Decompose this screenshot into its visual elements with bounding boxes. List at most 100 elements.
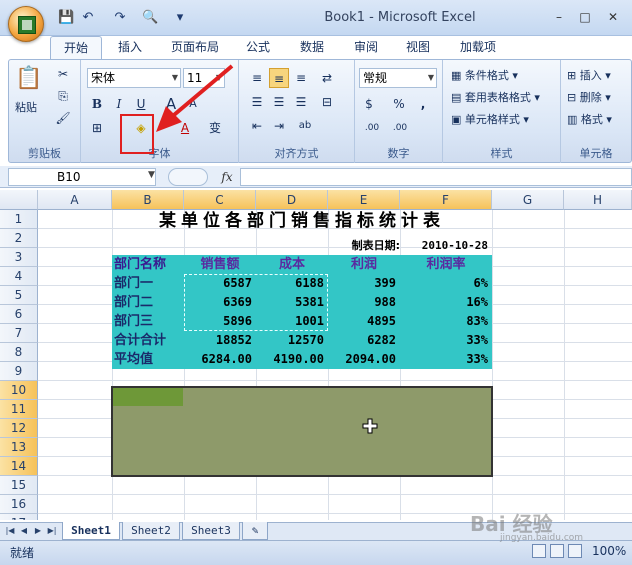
increase-decimal-icon[interactable]: .00: [359, 118, 385, 138]
row-header[interactable]: 16: [0, 495, 38, 514]
profit-cell[interactable]: 6282: [328, 331, 400, 350]
redo-icon[interactable]: ↷: [112, 10, 128, 26]
profit-cell[interactable]: 988: [328, 293, 400, 312]
header-cell[interactable]: 部门名称: [114, 255, 184, 274]
column-header[interactable]: E: [328, 190, 400, 210]
tab-insert[interactable]: 插入: [108, 36, 152, 60]
row-header[interactable]: 5: [0, 286, 38, 305]
next-sheet-icon[interactable]: ▶: [32, 524, 44, 538]
percent-icon[interactable]: %: [389, 94, 409, 114]
row-header[interactable]: 7: [0, 324, 38, 343]
copy-icon[interactable]: ⎘: [53, 86, 73, 106]
row-header[interactable]: 15: [0, 476, 38, 495]
worksheet-grid[interactable]: A B C D E F G H 123456789101112131415161…: [0, 190, 632, 520]
sheet-title[interactable]: 某单位各部门销售指标统计表: [112, 210, 492, 232]
profit-cell[interactable]: 399: [328, 274, 400, 293]
align-center-icon[interactable]: ☰: [269, 92, 289, 112]
currency-icon[interactable]: $: [359, 94, 379, 114]
column-header[interactable]: C: [184, 190, 256, 210]
format-cells-button[interactable]: ▥ 格式 ▾: [567, 110, 612, 130]
italic-button[interactable]: I: [109, 94, 129, 114]
minimize-button[interactable]: –: [548, 8, 570, 26]
dept-name-cell[interactable]: 部门二: [114, 293, 184, 312]
paste-button[interactable]: 粘贴: [15, 98, 37, 118]
row-header[interactable]: 3: [0, 248, 38, 267]
margin-cell[interactable]: 16%: [400, 293, 492, 312]
prev-sheet-icon[interactable]: ◀: [18, 524, 30, 538]
row-header[interactable]: 6: [0, 305, 38, 324]
page-break-view-icon[interactable]: [568, 544, 582, 558]
customize-toolbar-icon[interactable]: ▾: [172, 10, 188, 26]
sales-cell[interactable]: 5896: [184, 312, 256, 331]
name-box-chevron-icon[interactable]: ▼: [148, 170, 155, 180]
column-header[interactable]: A: [38, 190, 112, 210]
comma-icon[interactable]: ,: [413, 94, 433, 114]
column-header[interactable]: B: [112, 190, 184, 210]
dept-name-cell[interactable]: 部门三: [114, 312, 184, 331]
margin-cell[interactable]: 83%: [400, 312, 492, 331]
conditional-format-button[interactable]: ▦ 条件格式 ▾: [451, 66, 518, 86]
increase-indent-icon[interactable]: ⇥: [269, 116, 289, 136]
bold-button[interactable]: B: [87, 94, 107, 114]
row-header[interactable]: 14: [0, 457, 38, 476]
row-header[interactable]: 9: [0, 362, 38, 381]
profit-cell[interactable]: 4895: [328, 312, 400, 331]
tab-page-layout[interactable]: 页面布局: [162, 36, 228, 60]
dept-name-cell[interactable]: 合计合计: [114, 331, 184, 350]
format-as-table-button[interactable]: ▤ 套用表格格式 ▾: [451, 88, 540, 108]
sales-cell[interactable]: 6369: [184, 293, 256, 312]
margin-cell[interactable]: 33%: [400, 331, 492, 350]
row-header[interactable]: 8: [0, 343, 38, 362]
row-header[interactable]: 4: [0, 267, 38, 286]
orientation-icon[interactable]: ab: [295, 116, 315, 136]
header-cell[interactable]: 销售额: [184, 255, 256, 274]
office-button[interactable]: [8, 6, 44, 42]
border-icon[interactable]: ⊞: [87, 118, 107, 138]
row-header[interactable]: 12: [0, 419, 38, 438]
formula-input[interactable]: [240, 168, 632, 186]
cut-icon[interactable]: ✂: [53, 64, 73, 84]
dept-name-cell[interactable]: 部门一: [114, 274, 184, 293]
tab-view[interactable]: 视图: [396, 36, 440, 60]
select-all-corner[interactable]: [0, 190, 38, 210]
margin-cell[interactable]: 33%: [400, 350, 492, 369]
cost-cell[interactable]: 4190.00: [256, 350, 328, 369]
column-header[interactable]: G: [492, 190, 564, 210]
header-cell[interactable]: 利润: [328, 255, 400, 274]
maximize-button[interactable]: □: [574, 8, 596, 26]
last-sheet-icon[interactable]: ▶|: [46, 524, 58, 538]
close-button[interactable]: ✕: [602, 8, 624, 26]
number-format-combo[interactable]: 常规 ▼: [359, 68, 437, 88]
decrease-decimal-icon[interactable]: .00: [387, 118, 413, 138]
column-header[interactable]: F: [400, 190, 492, 210]
merge-center-icon[interactable]: ⊟: [317, 92, 337, 112]
tab-addins[interactable]: 加载项: [450, 36, 506, 60]
insert-cells-button[interactable]: ⊞ 插入 ▾: [567, 66, 611, 86]
print-preview-icon[interactable]: 🔍: [142, 10, 158, 26]
row-header[interactable]: 13: [0, 438, 38, 457]
dept-name-cell[interactable]: 平均值: [114, 350, 184, 369]
first-sheet-icon[interactable]: |◀: [4, 524, 16, 538]
page-layout-view-icon[interactable]: [550, 544, 564, 558]
insert-sheet-icon[interactable]: ✎: [242, 522, 268, 540]
header-cell[interactable]: 成本: [256, 255, 328, 274]
save-icon[interactable]: 💾: [58, 10, 74, 26]
column-header[interactable]: H: [564, 190, 632, 210]
cost-cell[interactable]: 1001: [256, 312, 328, 331]
formula-bar-slider[interactable]: [168, 168, 208, 186]
cell-styles-button[interactable]: ▣ 单元格样式 ▾: [451, 110, 529, 130]
normal-view-icon[interactable]: [532, 544, 546, 558]
tab-home[interactable]: 开始: [50, 36, 102, 60]
tab-review[interactable]: 审阅: [344, 36, 388, 60]
column-header[interactable]: D: [256, 190, 328, 210]
cost-cell[interactable]: 6188: [256, 274, 328, 293]
date-label-cell[interactable]: 制表日期:: [328, 236, 400, 255]
margin-cell[interactable]: 6%: [400, 274, 492, 293]
active-cell[interactable]: [113, 388, 183, 406]
row-header[interactable]: 1: [0, 210, 38, 229]
sales-cell[interactable]: 18852: [184, 331, 256, 350]
delete-cells-button[interactable]: ⊟ 删除 ▾: [567, 88, 611, 108]
format-painter-icon[interactable]: 🖌: [53, 108, 73, 128]
sheet-tab-sheet2[interactable]: Sheet2: [122, 522, 180, 540]
insert-function-button[interactable]: fx: [216, 168, 238, 186]
